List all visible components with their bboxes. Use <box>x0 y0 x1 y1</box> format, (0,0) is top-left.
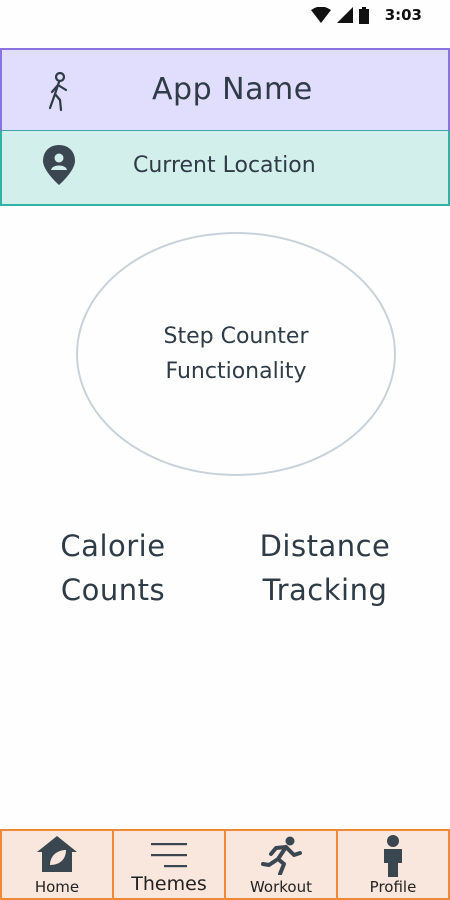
nav-item-home[interactable]: Home <box>0 829 114 900</box>
nav-label-themes: Themes <box>131 873 207 895</box>
status-icons: 3:03 <box>310 6 422 24</box>
runner-icon <box>261 836 302 875</box>
walking-person-icon <box>48 72 68 112</box>
nav-label-profile: Profile <box>369 878 417 896</box>
nav-label-workout: Workout <box>249 878 312 896</box>
nav-item-profile[interactable]: Profile <box>336 829 450 900</box>
calorie-counts-label[interactable]: Calorie Counts <box>48 524 178 612</box>
nav-item-workout[interactable]: Workout <box>224 829 338 900</box>
step-counter-circle[interactable]: Step Counter Functionality <box>76 232 396 476</box>
bottom-nav: Home Themes Workout Profile <box>0 829 450 900</box>
wifi-icon <box>310 7 331 23</box>
menu-lines-icon <box>151 843 187 868</box>
status-bar: 3:03 <box>0 0 450 30</box>
home-leaf-icon <box>37 836 77 872</box>
app-header: App Name <box>0 48 450 132</box>
step-counter-label: Step Counter Functionality <box>163 324 309 384</box>
person-icon <box>384 835 402 877</box>
location-pin-icon <box>43 145 75 185</box>
status-time: 3:03 <box>384 6 422 24</box>
current-location-label: Current Location <box>133 153 316 178</box>
nav-item-themes[interactable]: Themes <box>112 829 226 900</box>
current-location-bar[interactable]: Current Location <box>0 131 450 206</box>
distance-tracking-label[interactable]: Distance Tracking <box>250 524 400 612</box>
signal-icon <box>336 7 353 23</box>
nav-label-home: Home <box>34 878 80 896</box>
app-title: App Name <box>152 72 313 107</box>
battery-icon <box>358 6 369 24</box>
